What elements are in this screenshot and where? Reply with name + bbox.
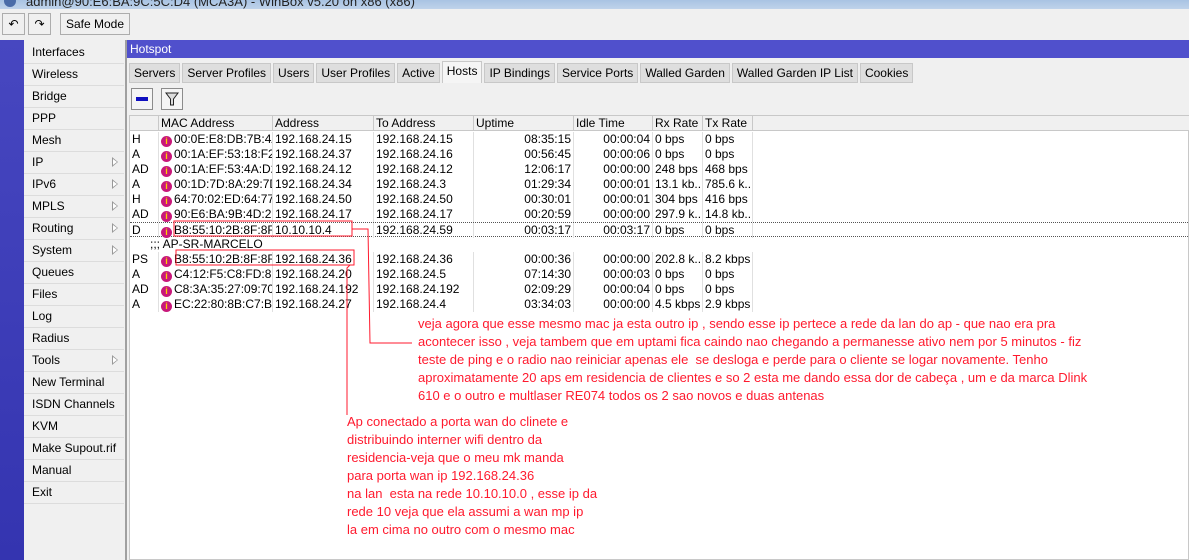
- arrow-line-2: [346, 264, 351, 415]
- arrow-line-1: [352, 228, 412, 344]
- highlight-box-d-row: [173, 220, 353, 237]
- annotation-note-1: veja agora que esse mesmo mac ja esta ou…: [418, 316, 1088, 403]
- annotation-note-2: Ap conectado a porta wan do clinete e di…: [347, 414, 598, 537]
- highlight-box-ps-row: [175, 249, 355, 266]
